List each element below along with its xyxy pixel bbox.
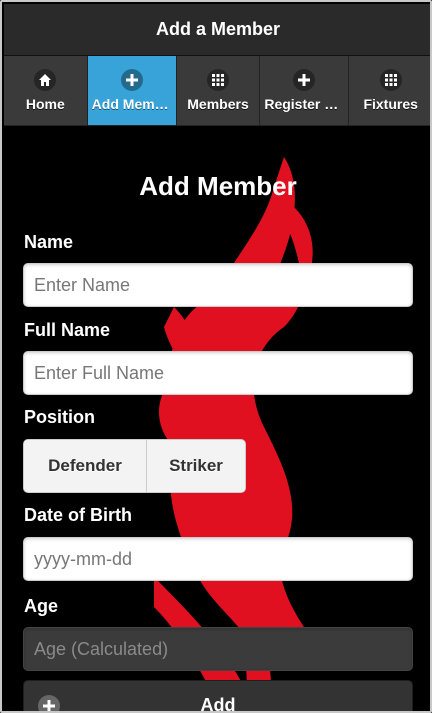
name-label: Name <box>24 232 74 252</box>
form-content: Add Member Name Full Name Position Defen… <box>4 127 430 713</box>
nav-members[interactable]: Members <box>176 56 261 125</box>
nav-add-member-label: Add Member <box>91 96 172 112</box>
page-header: Add a Member <box>4 4 430 56</box>
home-icon <box>34 69 57 91</box>
nav-fixtures-label: Fixtures <box>363 96 418 112</box>
date-of-birth-input[interactable] <box>23 537 413 581</box>
form-title: Add Member <box>139 171 297 201</box>
full-name-input[interactable] <box>23 351 413 395</box>
plus-icon <box>38 695 60 711</box>
plus-icon <box>293 69 316 91</box>
nav-add-member[interactable]: Add Member <box>87 56 177 125</box>
nav-bar: Home Add Member Members Register Player <box>4 56 430 126</box>
page-title: Add a Member <box>155 19 281 39</box>
position-label: Position <box>24 407 95 427</box>
app-frame: Add a Member Home Add Member Members Reg… <box>0 0 432 713</box>
nav-register-player[interactable]: Register Player <box>260 56 350 125</box>
age-label: Age <box>24 596 59 616</box>
nav-register-player-label: Register Player <box>264 96 345 112</box>
full-name-label: Full Name <box>24 320 111 340</box>
add-button[interactable]: Add <box>23 680 413 713</box>
name-input[interactable] <box>23 263 413 307</box>
date-of-birth-label: Date of Birth <box>24 505 132 525</box>
age-input <box>23 627 413 671</box>
nav-home-label: Home <box>25 96 65 112</box>
position-striker-button[interactable]: Striker <box>146 440 245 492</box>
position-selector: Defender Striker <box>23 439 246 493</box>
nav-members-label: Members <box>187 96 249 112</box>
position-defender-button[interactable]: Defender <box>24 440 146 492</box>
plus-icon <box>120 69 143 91</box>
nav-fixtures[interactable]: Fixtures <box>349 56 430 125</box>
grid-icon <box>207 69 229 91</box>
nav-home[interactable]: Home <box>4 56 88 125</box>
grid-icon <box>379 69 402 91</box>
add-button-label: Add <box>200 694 236 713</box>
